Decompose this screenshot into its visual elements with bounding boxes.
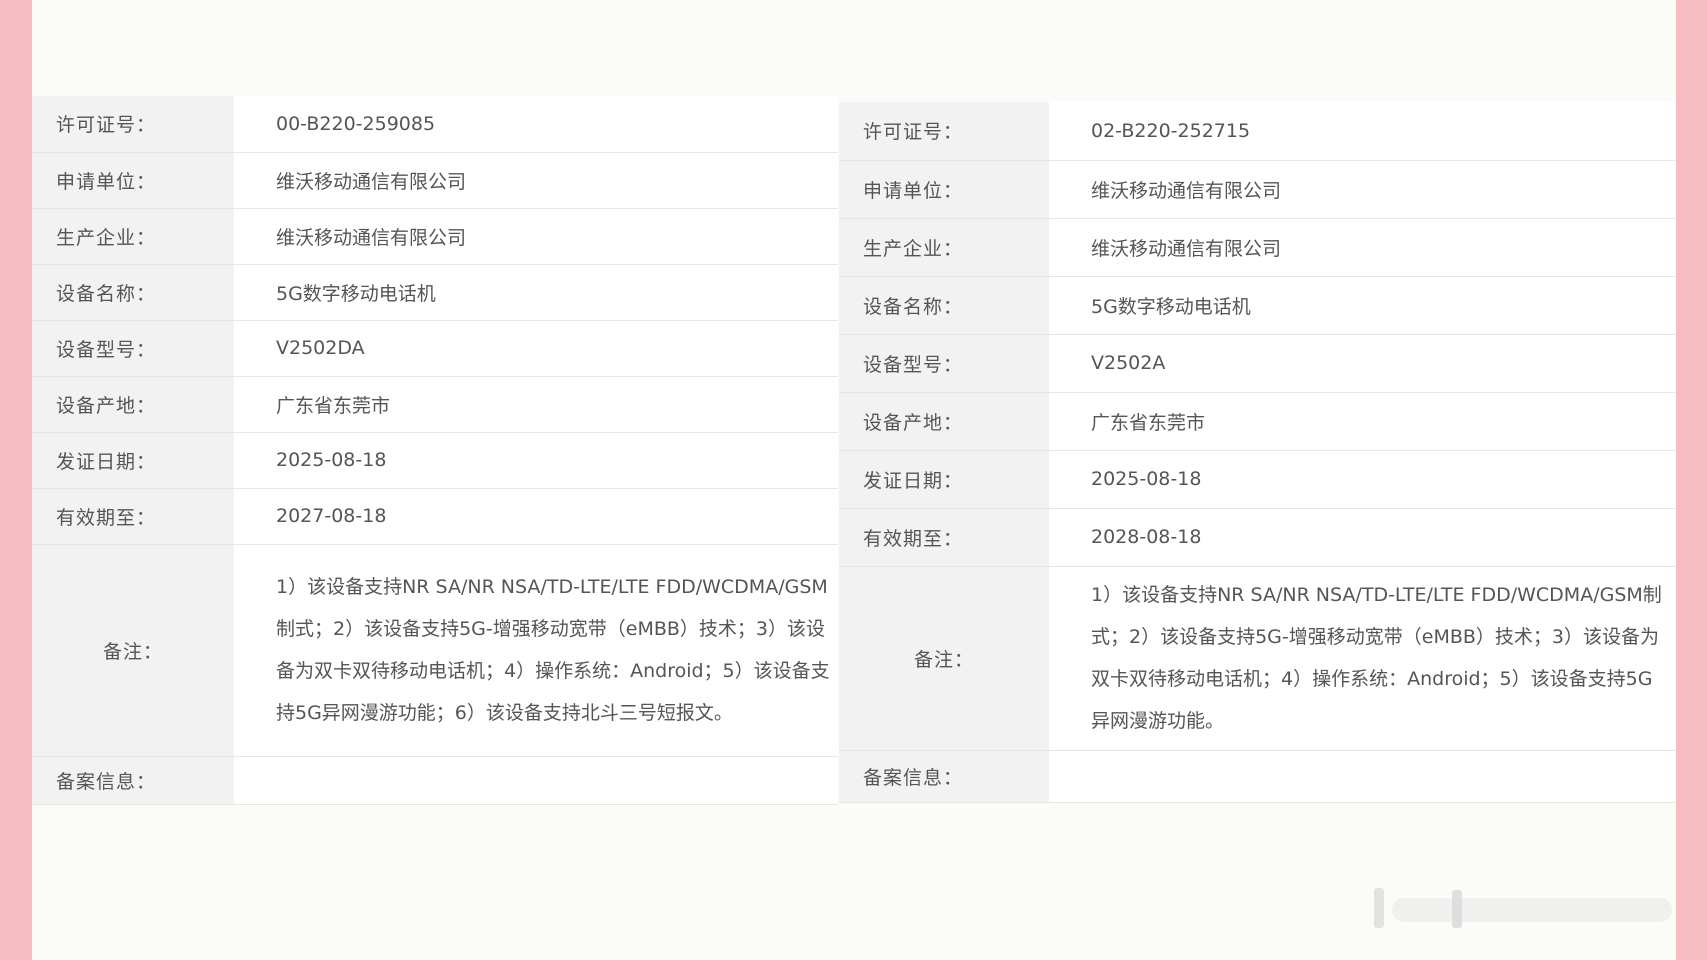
row-applicant: 申请单位： 维沃移动通信有限公司 xyxy=(32,152,838,209)
row-label: 生产企业： xyxy=(32,208,234,265)
row-remark: 备注： 1）该设备支持NR SA/NR NSA/TD-LTE/LTE FDD/W… xyxy=(839,566,1676,751)
remark-text: 1）该设备支持NR SA/NR NSA/TD-LTE/LTE FDD/WCDMA… xyxy=(276,576,830,724)
row-value xyxy=(1049,750,1676,803)
row-value: 02-B220-252715 xyxy=(1049,102,1676,161)
row-device-model: 设备型号： V2502A xyxy=(839,334,1676,393)
row-label: 备案信息： xyxy=(32,756,234,805)
row-label: 备注： xyxy=(32,544,234,757)
row-label: 备注： xyxy=(839,566,1049,751)
row-value: 维沃移动通信有限公司 xyxy=(234,152,838,209)
row-value: 2025-08-18 xyxy=(1049,450,1676,509)
watermark-logo xyxy=(1374,888,1672,928)
row-origin: 设备产地： 广东省东莞市 xyxy=(839,392,1676,451)
row-valid-until: 有效期至： 2027-08-18 xyxy=(32,488,838,545)
row-label: 许可证号： xyxy=(839,102,1049,161)
row-value: 维沃移动通信有限公司 xyxy=(234,208,838,265)
row-label: 有效期至： xyxy=(32,488,234,545)
row-label: 设备名称： xyxy=(839,276,1049,335)
row-value: 维沃移动通信有限公司 xyxy=(1049,160,1676,219)
row-origin: 设备产地： 广东省东莞市 xyxy=(32,376,838,433)
row-label: 设备型号： xyxy=(839,334,1049,393)
row-value: 2028-08-18 xyxy=(1049,508,1676,567)
row-license-number: 许可证号： 02-B220-252715 xyxy=(839,102,1676,161)
license-table-right: 许可证号： 02-B220-252715 申请单位： 维沃移动通信有限公司 生产… xyxy=(839,102,1676,803)
row-device-name: 设备名称： 5G数字移动电话机 xyxy=(839,276,1676,335)
row-value: 5G数字移动电话机 xyxy=(1049,276,1676,335)
row-label: 发证日期： xyxy=(32,432,234,489)
remark-text: 1）该设备支持NR SA/NR NSA/TD-LTE/LTE FDD/WCDMA… xyxy=(1091,584,1662,732)
row-applicant: 申请单位： 维沃移动通信有限公司 xyxy=(839,160,1676,219)
row-label: 设备名称： xyxy=(32,264,234,321)
row-label: 申请单位： xyxy=(839,160,1049,219)
row-value: 广东省东莞市 xyxy=(234,376,838,433)
row-value: 广东省东莞市 xyxy=(1049,392,1676,451)
row-label: 发证日期： xyxy=(839,450,1049,509)
row-label: 设备型号： xyxy=(32,320,234,377)
row-value: 2025-08-18 xyxy=(234,432,838,489)
row-manufacturer: 生产企业： 维沃移动通信有限公司 xyxy=(32,208,838,265)
row-value: V2502DA xyxy=(234,320,838,377)
row-device-model: 设备型号： V2502DA xyxy=(32,320,838,377)
row-value: 00-B220-259085 xyxy=(234,96,838,153)
row-manufacturer: 生产企业： 维沃移动通信有限公司 xyxy=(839,218,1676,277)
row-filing-info: 备案信息： xyxy=(839,750,1676,803)
row-label: 申请单位： xyxy=(32,152,234,209)
row-value: 维沃移动通信有限公司 xyxy=(1049,218,1676,277)
row-label: 备案信息： xyxy=(839,750,1049,803)
row-value: 2027-08-18 xyxy=(234,488,838,545)
row-issue-date: 发证日期： 2025-08-18 xyxy=(839,450,1676,509)
license-table-left: 许可证号： 00-B220-259085 申请单位： 维沃移动通信有限公司 生产… xyxy=(32,96,838,805)
row-remark: 备注： 1）该设备支持NR SA/NR NSA/TD-LTE/LTE FDD/W… xyxy=(32,544,838,757)
page-sheet: 许可证号： 00-B220-259085 申请单位： 维沃移动通信有限公司 生产… xyxy=(32,0,1676,960)
row-value xyxy=(234,756,838,805)
row-value: V2502A xyxy=(1049,334,1676,393)
row-label: 设备产地： xyxy=(839,392,1049,451)
row-valid-until: 有效期至： 2028-08-18 xyxy=(839,508,1676,567)
row-license-number: 许可证号： 00-B220-259085 xyxy=(32,96,838,153)
row-filing-info: 备案信息： xyxy=(32,756,838,805)
row-issue-date: 发证日期： 2025-08-18 xyxy=(32,432,838,489)
row-value: 5G数字移动电话机 xyxy=(234,264,838,321)
row-label: 设备产地： xyxy=(32,376,234,433)
row-device-name: 设备名称： 5G数字移动电话机 xyxy=(32,264,838,321)
row-label: 生产企业： xyxy=(839,218,1049,277)
row-label: 许可证号： xyxy=(32,96,234,153)
row-label: 有效期至： xyxy=(839,508,1049,567)
